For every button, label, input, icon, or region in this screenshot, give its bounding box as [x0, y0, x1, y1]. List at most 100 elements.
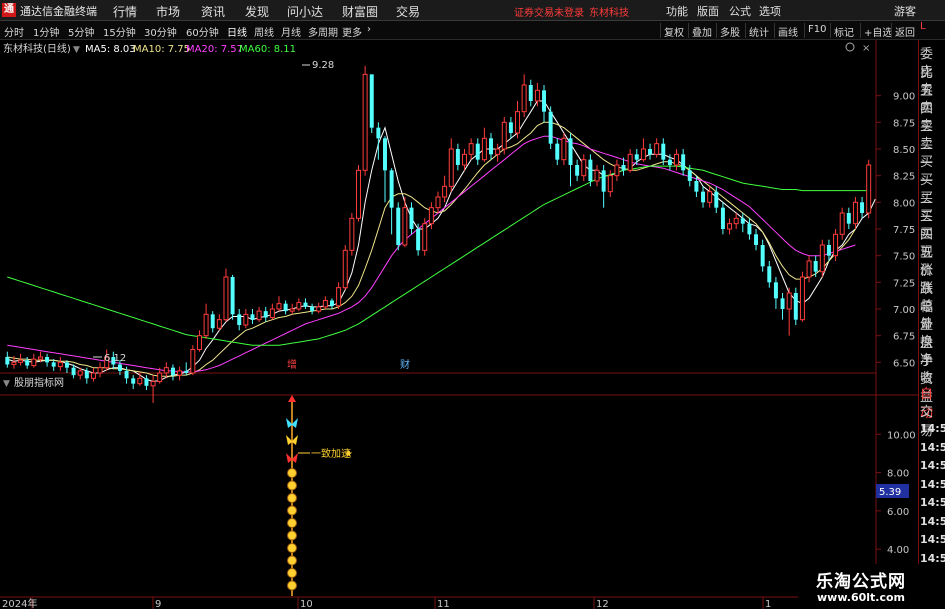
candle[interactable] [223, 268, 229, 322]
candle[interactable] [528, 79, 533, 107]
candle[interactable] [786, 287, 792, 336]
candle[interactable] [727, 218, 733, 235]
candle[interactable] [575, 159, 580, 181]
candle[interactable] [819, 239, 825, 277]
candle[interactable] [322, 296, 328, 309]
menu-banmian[interactable]: 版面 [697, 3, 719, 19]
candle[interactable] [190, 345, 196, 376]
candle[interactable] [455, 143, 460, 171]
period-fenshi[interactable]: 分时 [4, 24, 24, 39]
btn-diejia[interactable]: 叠加 [688, 23, 715, 39]
period-monthly[interactable]: 月线 [281, 24, 301, 39]
candle[interactable] [701, 186, 706, 208]
candle[interactable] [555, 138, 560, 165]
candle[interactable] [468, 138, 474, 160]
candle[interactable] [177, 366, 183, 381]
btn-tongji[interactable]: 统计 [745, 23, 772, 39]
btn-fuquan[interactable]: 复权 [660, 23, 687, 39]
period-multi[interactable]: 多周期 [308, 24, 338, 39]
candle[interactable] [508, 117, 513, 139]
chevron-down-icon[interactable]: ▼ [73, 45, 80, 55]
candle[interactable] [799, 271, 805, 322]
candle[interactable] [614, 159, 620, 181]
candle[interactable] [342, 245, 348, 290]
candle[interactable] [733, 213, 739, 229]
period-weekly[interactable]: 周线 [254, 24, 274, 39]
menu-jiaoyi[interactable]: 交易 [396, 3, 420, 20]
candle[interactable] [5, 351, 10, 368]
candle[interactable] [442, 175, 448, 203]
login-notice[interactable]: 证券交易未登录 [514, 4, 584, 19]
btn-duogu[interactable]: 多股 [716, 23, 743, 39]
period-1min[interactable]: 1分钟 [33, 24, 59, 39]
menu-shichang[interactable]: 市场 [156, 3, 180, 20]
candle[interactable] [196, 330, 202, 352]
event-marker-zeng[interactable]: 增 [287, 358, 297, 371]
candle[interactable] [409, 202, 414, 235]
candle[interactable] [740, 213, 745, 233]
candle[interactable] [648, 143, 653, 160]
candle[interactable] [210, 311, 215, 333]
candle[interactable] [296, 298, 302, 312]
candle[interactable] [601, 165, 606, 208]
period-30min[interactable]: 30分钟 [144, 24, 177, 39]
candle[interactable] [654, 138, 660, 158]
candle[interactable] [435, 191, 441, 213]
candle[interactable] [860, 197, 865, 219]
settings-icon[interactable] [845, 42, 855, 52]
guest-label[interactable]: 游客 [894, 3, 916, 19]
candle[interactable] [568, 133, 573, 187]
menu-xuanxiang[interactable]: 选项 [759, 3, 781, 19]
candle[interactable] [349, 213, 355, 256]
candle[interactable] [90, 367, 96, 382]
candle[interactable] [203, 303, 209, 339]
candle[interactable] [310, 303, 315, 315]
candle[interactable] [594, 165, 600, 187]
candle[interactable] [542, 85, 547, 123]
candle[interactable] [674, 149, 680, 171]
menu-wenxiaoda[interactable]: 问小达 [287, 3, 323, 20]
candle[interactable] [250, 309, 255, 324]
candle[interactable] [383, 136, 387, 203]
candle[interactable] [362, 65, 368, 176]
candle[interactable] [852, 197, 858, 229]
menu-caifuquan[interactable]: 财富圈 [342, 3, 378, 20]
candle[interactable] [422, 218, 428, 256]
candle[interactable] [256, 306, 262, 322]
kline-chart[interactable]: 东材科技(日线) ▼ MA5: 8.03 MA10: 7.75 MA20: 7.… [0, 40, 918, 609]
candle[interactable] [137, 373, 143, 386]
menu-faxian[interactable]: 发现 [245, 3, 269, 20]
candle[interactable] [243, 309, 249, 329]
candle[interactable] [640, 138, 646, 162]
candle[interactable] [170, 364, 175, 381]
candle[interactable] [489, 133, 493, 160]
corner-label[interactable]: L [920, 21, 926, 32]
candle[interactable] [561, 133, 567, 165]
candle[interactable] [237, 309, 242, 331]
candle[interactable] [269, 303, 275, 320]
candle[interactable] [481, 127, 487, 162]
candle[interactable] [767, 261, 772, 288]
period-daily[interactable]: 日线 [227, 24, 247, 39]
candle[interactable] [57, 357, 63, 371]
candle[interactable] [216, 314, 222, 331]
candle[interactable] [230, 274, 235, 320]
candle[interactable] [813, 255, 818, 277]
candle[interactable] [793, 287, 798, 325]
candle[interactable] [806, 255, 812, 283]
candle[interactable] [754, 229, 759, 251]
candle[interactable] [501, 117, 507, 155]
candle[interactable] [45, 353, 50, 367]
btn-f10[interactable]: F10 [804, 23, 829, 38]
candle[interactable] [661, 138, 666, 165]
close-icon[interactable]: × [862, 43, 870, 54]
candle[interactable] [329, 298, 334, 309]
chevron-right-icon[interactable]: › [367, 24, 371, 35]
event-marker-cai[interactable]: 财 [400, 358, 410, 371]
candle[interactable] [336, 282, 342, 309]
btn-huaxian[interactable]: 画线 [774, 23, 801, 39]
period-more[interactable]: 更多 [342, 24, 362, 39]
period-15min[interactable]: 15分钟 [103, 24, 136, 39]
candle[interactable] [31, 353, 37, 368]
candle[interactable] [303, 298, 308, 309]
